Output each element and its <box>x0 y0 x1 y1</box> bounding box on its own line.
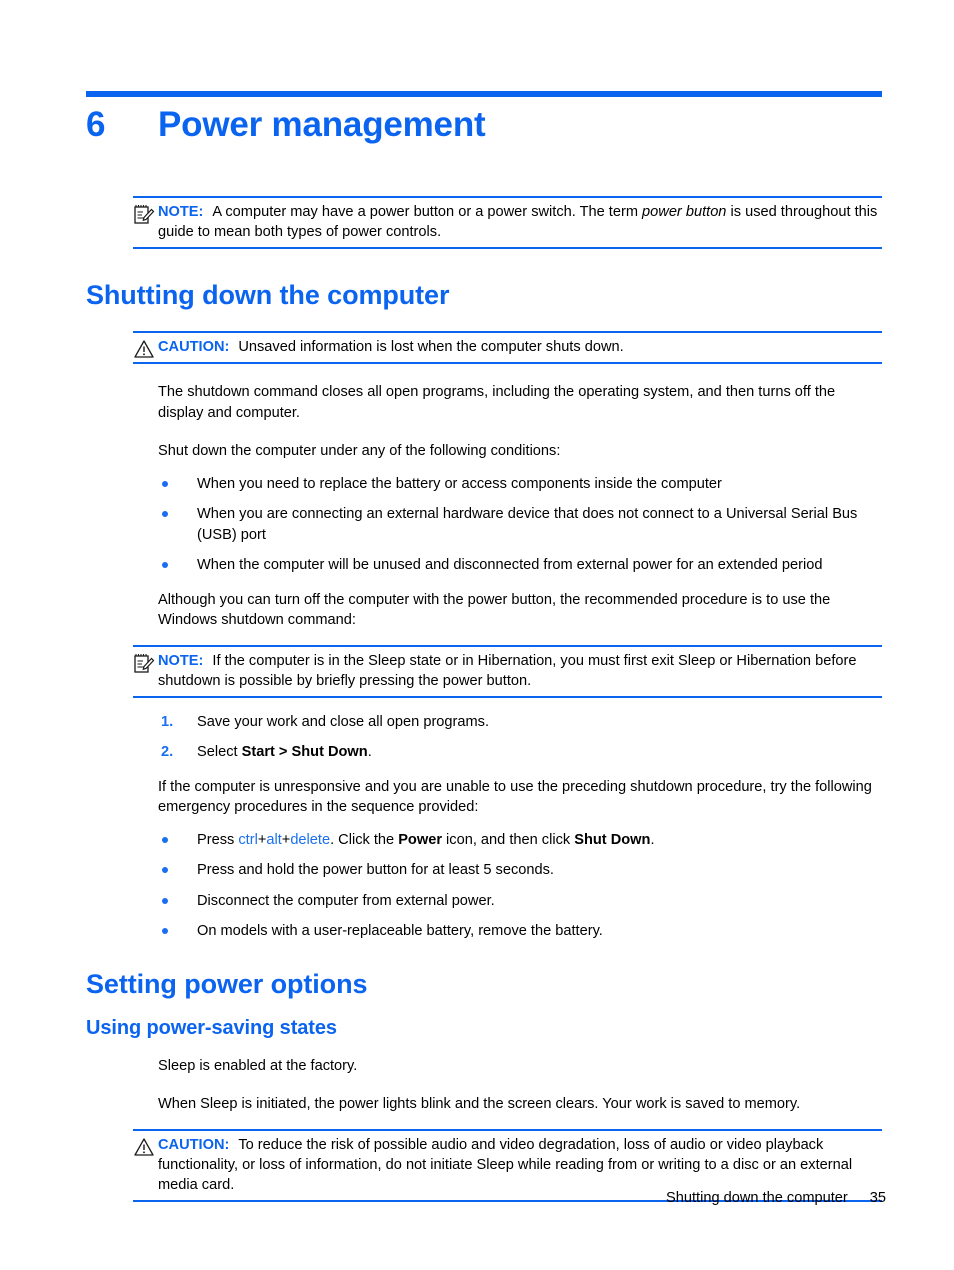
emergency-mid: . Click the <box>330 831 399 848</box>
caution-label: CAUTION: <box>158 1136 230 1153</box>
note-box-2: NOTE: If the computer is in the Sleep sta… <box>133 644 882 698</box>
paragraph-conditions-intro: Shut down the computer under any of the … <box>158 443 561 459</box>
bullet-dot-icon <box>162 897 168 904</box>
list-item: When you need to replace the battery or … <box>158 474 882 495</box>
note-label: NOTE: <box>158 652 204 669</box>
step-suffix: . <box>367 744 372 760</box>
bullet-dot-icon <box>162 836 168 843</box>
key-alt: alt <box>266 831 282 848</box>
paragraph-windows-shutdown: Although you can turn off the computer w… <box>158 591 831 629</box>
document-page: 6 Power management NOTE: A computer may ha… <box>0 0 954 1270</box>
paragraph-sleep-factory: Sleep is enabled at the factory. <box>158 1057 358 1074</box>
emergency-bold-shut-down: Shut Down <box>574 831 651 848</box>
key-delete: delete <box>290 831 331 848</box>
note-label: NOTE: <box>158 204 204 220</box>
caution-box-2-body: CAUTION: To reduce the risk of possible a… <box>158 1135 882 1195</box>
step-prefix: Select <box>197 744 242 760</box>
emergency-mid-2: icon, and then click <box>442 831 575 848</box>
chapter-title-text: Power management <box>158 105 486 144</box>
note-pad-pencil-icon <box>133 203 155 225</box>
chapter-top-rule <box>86 91 882 97</box>
page-footer: Shutting down the computer 35 <box>0 1190 954 1206</box>
list-item-label: Save your work and close all open progra… <box>197 713 490 730</box>
caution-text: To reduce the risk of possible audio and… <box>158 1136 853 1193</box>
list-item: 1. Save your work and close all open pro… <box>158 712 882 733</box>
list-item-label: When you need to replace the battery or … <box>197 475 722 492</box>
chapter-number: 6 <box>86 105 106 144</box>
paragraph-sleep-initiated: When Sleep is initiated, the power light… <box>158 1096 801 1112</box>
list-item: 2. Select Start > Shut Down. <box>158 742 882 763</box>
note-box-1: NOTE: A computer may have a power button … <box>133 196 882 249</box>
caution-box-1-body: CAUTION: Unsaved information is lost when… <box>158 337 882 357</box>
bullet-dot-icon <box>162 511 168 517</box>
caution-label: CAUTION: <box>158 339 230 355</box>
warning-triangle-icon <box>133 338 155 360</box>
key-ctrl: ctrl <box>238 831 258 848</box>
step-number: 2. <box>161 744 174 760</box>
warning-triangle-icon <box>133 1136 155 1158</box>
footer-page-number: 35 <box>869 1190 886 1206</box>
bullet-dot-icon <box>162 867 168 873</box>
page-title: 6 Power management <box>86 104 886 146</box>
bullet-dot-icon <box>162 928 168 934</box>
paragraph-emergency-intro: If the computer is unresponsive and you … <box>158 778 872 816</box>
subsection-heading-power-saving-states: Using power-saving states <box>86 1016 337 1039</box>
list-item: Disconnect the computer from external po… <box>158 891 882 912</box>
footer-running-head: Shutting down the computer <box>666 1190 848 1206</box>
step-bold-command: Start > Shut Down <box>241 744 368 760</box>
note-box-2-body: NOTE: If the computer is in the Sleep sta… <box>158 651 882 691</box>
note-box-1-body: NOTE: A computer may have a power button … <box>158 202 882 242</box>
list-item-label: Disconnect the computer from external po… <box>197 892 495 909</box>
shutdown-conditions-list: When you need to replace the battery or … <box>0 474 954 576</box>
paragraph-shutdown-command: The shutdown command closes all open pro… <box>158 384 836 421</box>
caution-box-1: CAUTION: Unsaved information is lost when… <box>133 331 882 364</box>
list-item-label: When the computer will be unused and dis… <box>197 557 823 573</box>
emergency-end: . <box>650 831 655 848</box>
list-item: When the computer will be unused and dis… <box>158 555 882 576</box>
bullet-dot-icon <box>162 562 168 568</box>
step-number: 1. <box>161 713 174 730</box>
section-heading-shutting-down: Shutting down the computer <box>86 280 450 310</box>
section-heading-setting-power-options: Setting power options <box>86 968 368 999</box>
note-emphasis: power button <box>642 204 727 220</box>
document-content: NOTE: A computer may have a power button … <box>0 196 954 1202</box>
list-item: Press ctrl+alt+delete. Click the Power i… <box>158 830 882 851</box>
caution-text: Unsaved information is lost when the com… <box>238 339 624 355</box>
list-item: When you are connecting an external hard… <box>158 504 882 545</box>
bullet-dot-icon <box>162 480 168 487</box>
list-item: Press and hold the power button for at l… <box>158 860 882 881</box>
emergency-lead: Press <box>197 831 239 848</box>
note-pad-pencil-icon <box>133 652 155 674</box>
note-text-part1: A computer may have a power button or a … <box>212 204 643 220</box>
list-item-label: Press and hold the power button for at l… <box>197 862 554 878</box>
list-item-label: When you are connecting an external hard… <box>197 506 858 543</box>
list-item-label: On models with a user-replaceable batter… <box>197 923 603 939</box>
emergency-procedures-list: Press ctrl+alt+delete. Click the Power i… <box>0 830 954 942</box>
emergency-bold-power: Power <box>398 831 442 848</box>
shutdown-steps-list: 1. Save your work and close all open pro… <box>0 712 954 763</box>
list-item: On models with a user-replaceable batter… <box>158 921 882 942</box>
note-text: If the computer is in the Sleep state or… <box>158 652 857 689</box>
